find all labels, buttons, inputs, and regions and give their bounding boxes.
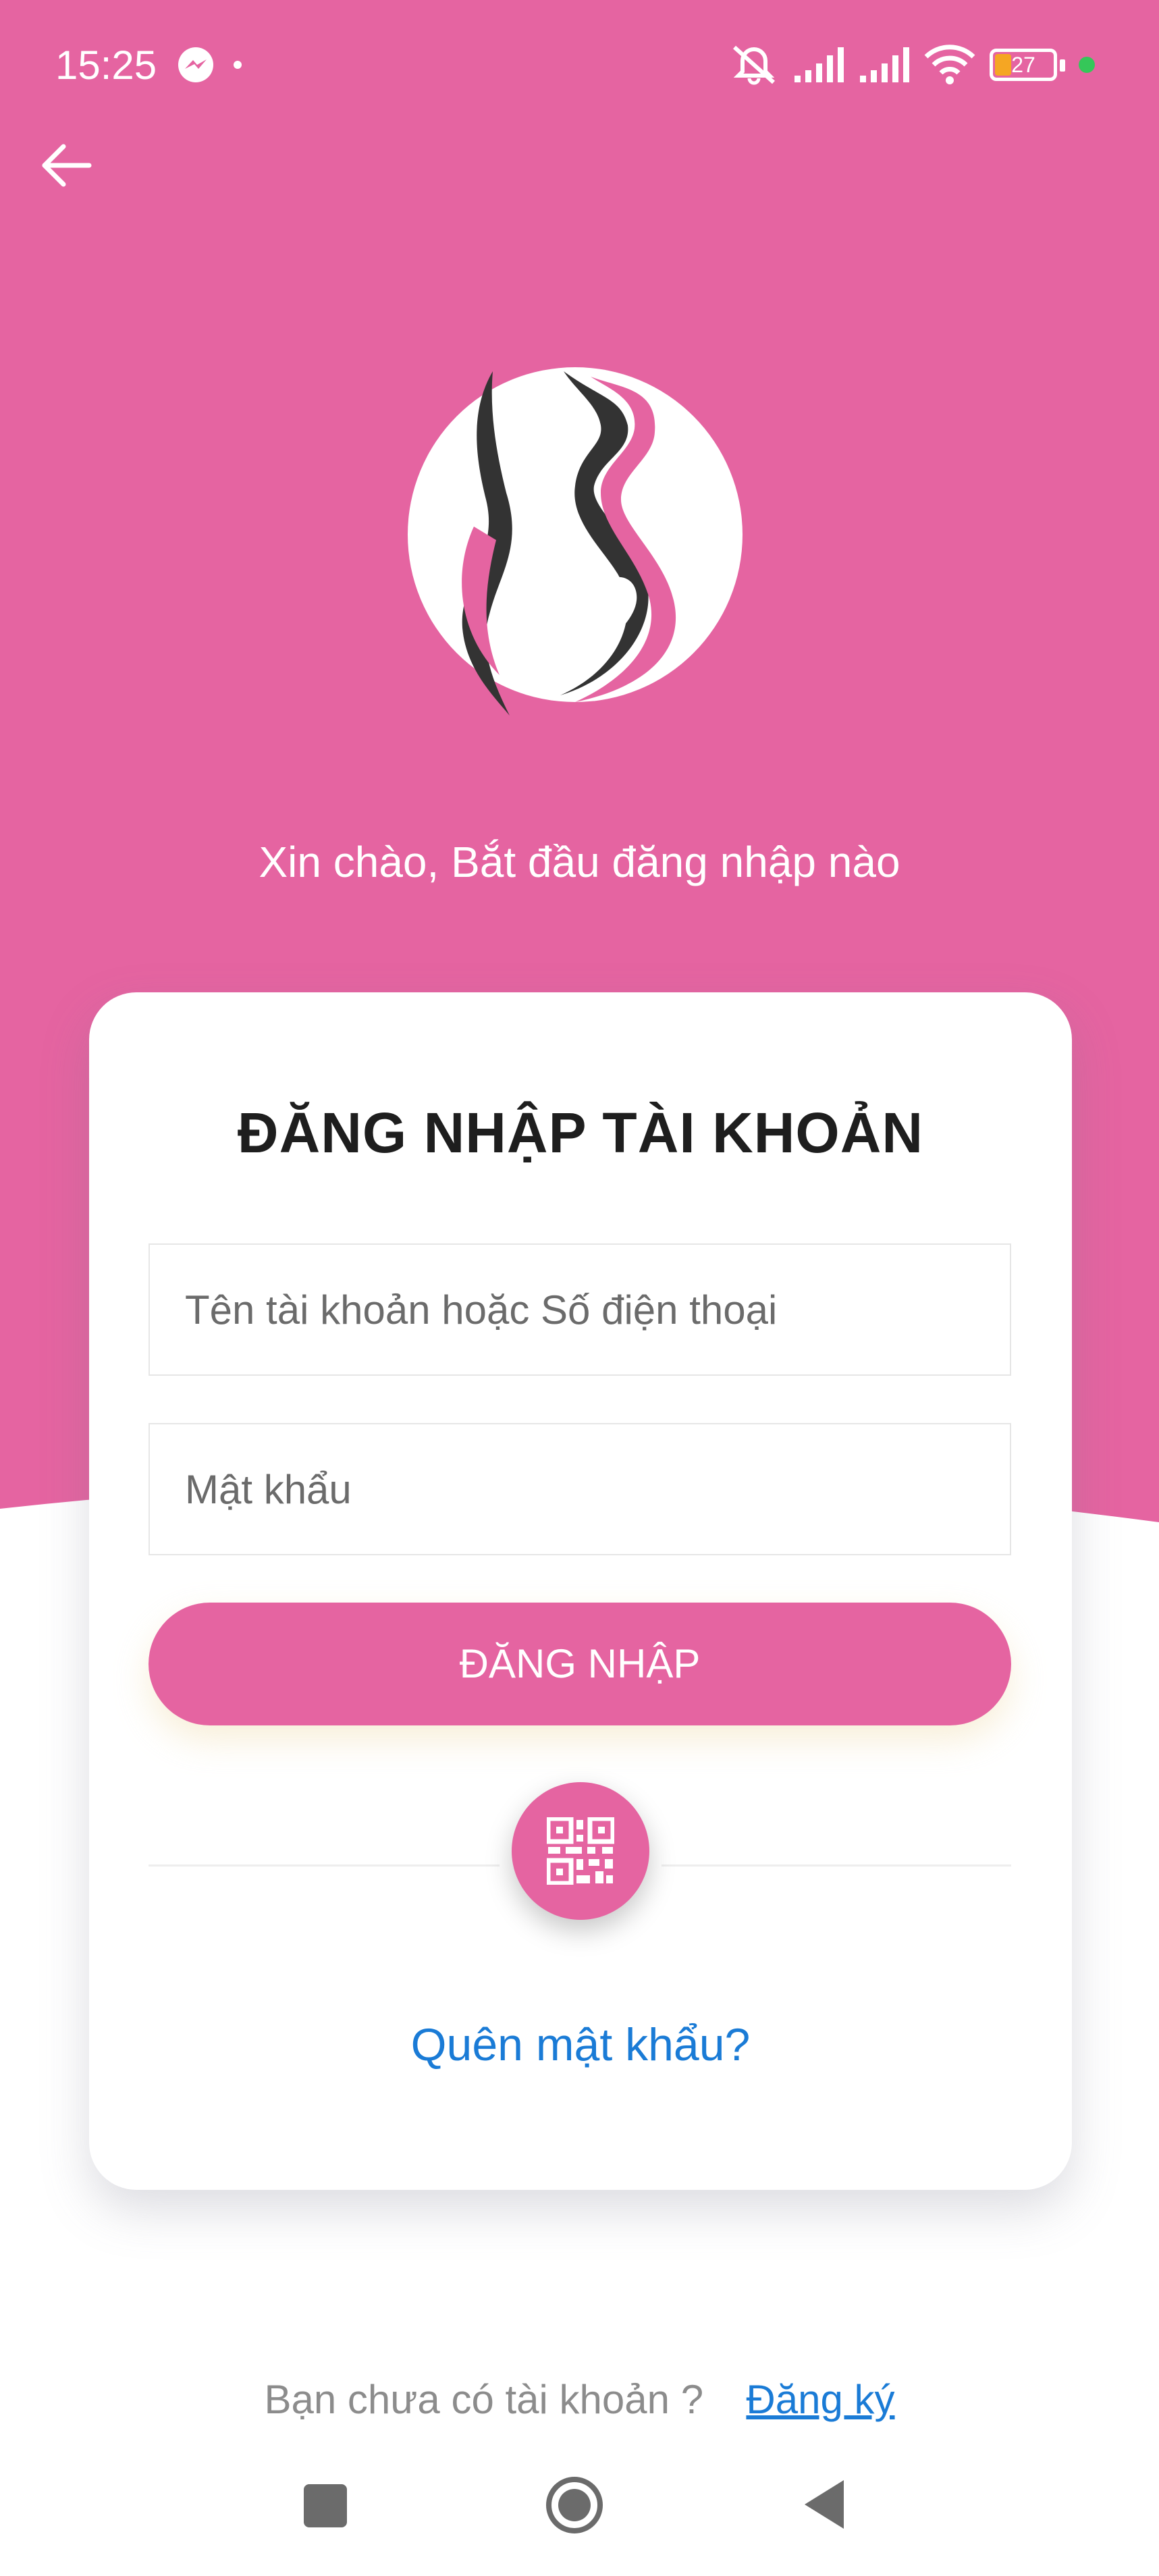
mute-icon bbox=[732, 45, 776, 85]
messenger-icon bbox=[178, 47, 213, 82]
battery-icon: 27 bbox=[990, 49, 1057, 81]
back-arrow-icon[interactable] bbox=[35, 135, 109, 196]
notification-dot-icon bbox=[234, 61, 242, 69]
divider-left bbox=[149, 1864, 500, 1867]
recent-apps-button[interactable] bbox=[304, 2484, 347, 2527]
app-logo bbox=[408, 367, 743, 716]
battery-level: 27 bbox=[1011, 53, 1035, 77]
password-input[interactable] bbox=[150, 1424, 1010, 1554]
qr-code-icon bbox=[547, 1817, 614, 1885]
status-time: 15:25 bbox=[55, 43, 157, 88]
wifi-icon bbox=[924, 45, 975, 84]
home-circle-icon bbox=[546, 2477, 603, 2533]
qr-login-button[interactable] bbox=[512, 1782, 649, 1920]
signal-icon bbox=[794, 47, 844, 82]
register-prompt: Bạn chưa có tài khoản ? Đăng ký bbox=[0, 2376, 1159, 2423]
status-dot-icon bbox=[1079, 57, 1095, 73]
login-card: ĐĂNG NHẬP TÀI KHOẢN ĐĂNG NHẬP bbox=[89, 992, 1072, 2190]
home-button[interactable] bbox=[544, 2475, 605, 2535]
username-input[interactable] bbox=[150, 1245, 1010, 1374]
battery-tip bbox=[1060, 59, 1065, 72]
greeting-text: Xin chào, Bắt đầu đăng nhập nào bbox=[259, 838, 900, 886]
login-button[interactable]: ĐĂNG NHẬP bbox=[149, 1603, 1011, 1725]
forgot-password-link[interactable]: Quên mật khẩu? bbox=[89, 2018, 1072, 2071]
back-button[interactable] bbox=[802, 2477, 846, 2531]
username-field[interactable] bbox=[149, 1243, 1011, 1376]
signal-icon bbox=[860, 47, 909, 82]
no-account-text: Bạn chưa có tài khoản ? bbox=[264, 2377, 704, 2422]
back-triangle-icon bbox=[805, 2480, 844, 2529]
password-field[interactable] bbox=[149, 1423, 1011, 1555]
divider-right bbox=[662, 1864, 1011, 1867]
register-link[interactable]: Đăng ký bbox=[746, 2377, 894, 2422]
login-title: ĐĂNG NHẬP TÀI KHOẢN bbox=[237, 1101, 924, 1164]
